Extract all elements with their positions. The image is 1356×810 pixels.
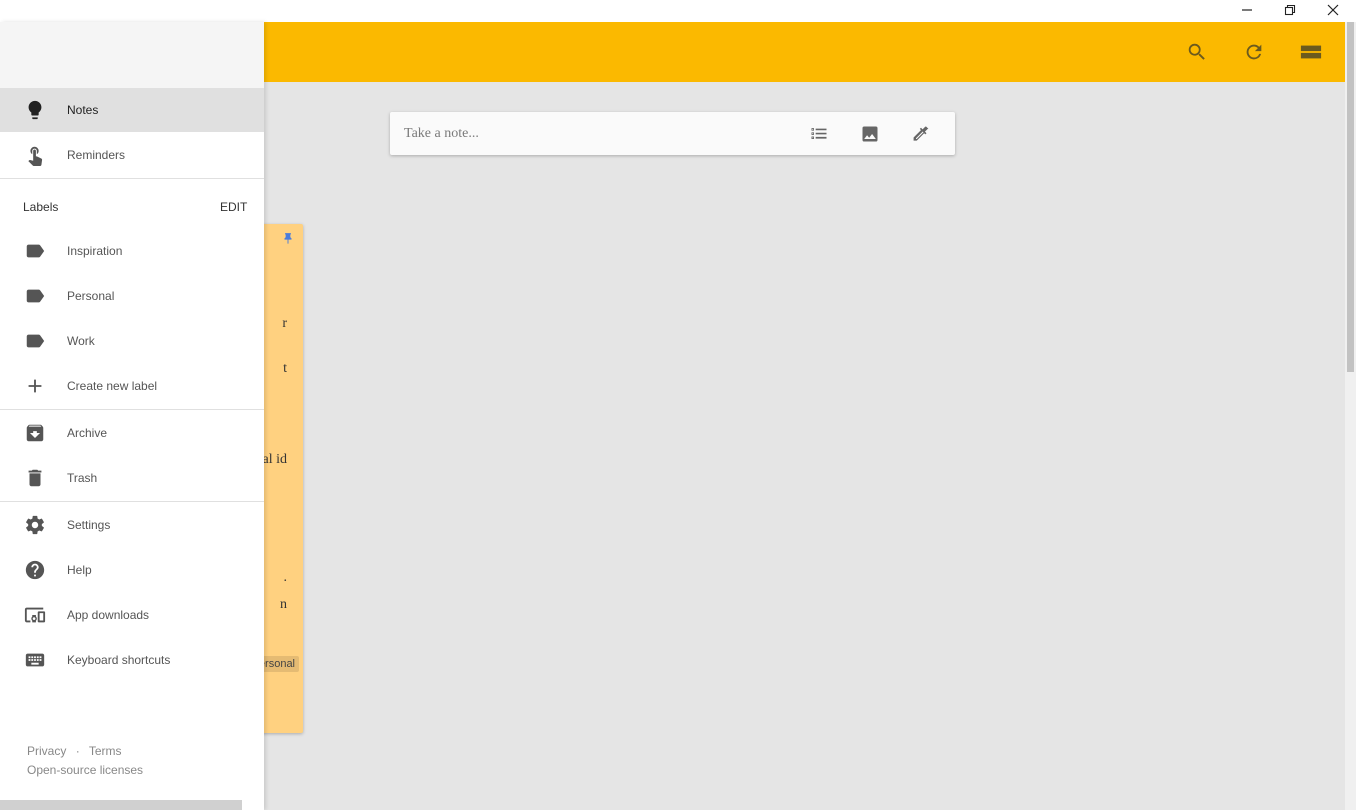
note-card[interactable]: r t al id . n ersonal xyxy=(264,224,303,733)
take-note-input[interactable] xyxy=(390,112,790,155)
scrollbar-thumb[interactable] xyxy=(1347,22,1354,372)
terms-link[interactable]: Terms xyxy=(89,744,122,758)
navigation-drawer: Notes Reminders Labels EDIT Inspiration … xyxy=(0,22,264,810)
new-list-button[interactable] xyxy=(807,122,831,146)
labels-heading: Labels xyxy=(23,200,59,214)
refresh-icon xyxy=(1246,44,1262,60)
nav-item-keyboard-shortcuts[interactable]: Keyboard shortcuts xyxy=(0,638,264,682)
minimize-icon xyxy=(1242,9,1252,11)
close-icon xyxy=(1327,4,1339,16)
footer-links: Privacy · Terms xyxy=(27,744,121,758)
nav-item-archive[interactable]: Archive xyxy=(0,411,264,455)
nav-item-label-inspiration[interactable]: Inspiration xyxy=(0,229,264,273)
note-text-fragment: . xyxy=(283,570,288,585)
label-icon xyxy=(24,285,46,307)
drawer-divider xyxy=(0,409,264,410)
plus-icon xyxy=(24,375,46,397)
help-icon xyxy=(24,559,46,581)
nav-label: Notes xyxy=(67,103,99,117)
nav-item-label-personal[interactable]: Personal xyxy=(0,274,264,318)
refresh-button[interactable] xyxy=(1240,38,1268,66)
restore-icon xyxy=(1284,4,1296,16)
nav-item-app-downloads[interactable]: App downloads xyxy=(0,593,264,637)
nav-item-settings[interactable]: Settings xyxy=(0,503,264,547)
drawer-horizontal-scrollbar[interactable] xyxy=(0,800,242,810)
drawer-header xyxy=(0,22,264,88)
drawer-divider xyxy=(0,178,264,179)
nav-item-help[interactable]: Help xyxy=(0,548,264,592)
image-icon xyxy=(862,126,878,142)
label-icon xyxy=(24,330,46,352)
note-text-fragment: t xyxy=(283,361,287,376)
edit-labels-button[interactable]: EDIT xyxy=(220,200,247,214)
note-label-chip[interactable]: ersonal xyxy=(264,656,299,672)
notes-main-area: r t al id . n ersonal xyxy=(264,82,1345,810)
search-button[interactable] xyxy=(1183,38,1211,66)
main-scrollbar[interactable] xyxy=(1345,22,1356,810)
nav-label: Reminders xyxy=(67,148,126,162)
trash-icon xyxy=(24,467,46,489)
nav-label: Work xyxy=(67,334,95,348)
window-titlebar xyxy=(0,0,1356,22)
take-note-bar xyxy=(390,112,955,155)
app-header xyxy=(264,22,1345,82)
drawing-icon xyxy=(913,126,929,141)
search-icon xyxy=(1188,43,1205,60)
label-icon xyxy=(24,240,46,262)
keep-app-window: r t al id . n ersonal Notes Reminders La… xyxy=(0,0,1356,810)
nav-item-notes[interactable]: Notes xyxy=(0,88,264,132)
new-drawing-button[interactable] xyxy=(909,122,933,146)
nav-label: App downloads xyxy=(67,608,150,622)
restore-button[interactable] xyxy=(1268,0,1312,20)
nav-label: Inspiration xyxy=(67,244,123,258)
note-text-fragment: r xyxy=(282,316,287,331)
open-source-licenses-link[interactable]: Open-source licenses xyxy=(27,763,143,777)
pin-icon[interactable] xyxy=(281,232,297,248)
nav-item-label-work[interactable]: Work xyxy=(0,319,264,363)
archive-icon xyxy=(24,422,46,444)
nav-label: Personal xyxy=(67,289,115,303)
list-view-icon xyxy=(1300,45,1322,59)
nav-label: Trash xyxy=(67,471,98,485)
new-image-note-button[interactable] xyxy=(858,122,882,146)
nav-item-trash[interactable]: Trash xyxy=(0,456,264,500)
note-text-fragment: n xyxy=(280,597,287,612)
keyboard-icon xyxy=(24,649,46,671)
drawer-divider xyxy=(0,501,264,502)
nav-label: Create new label xyxy=(67,379,158,393)
create-new-label-button[interactable]: Create new label xyxy=(0,364,264,408)
list-view-toggle[interactable] xyxy=(1297,38,1325,66)
minimize-button[interactable] xyxy=(1225,0,1269,20)
footer-separator: · xyxy=(75,744,80,758)
reminder-hand-icon xyxy=(24,144,46,166)
note-text-fragment: al id xyxy=(264,452,287,467)
nav-label: Keyboard shortcuts xyxy=(67,653,171,667)
privacy-link[interactable]: Privacy xyxy=(27,744,66,758)
nav-item-reminders[interactable]: Reminders xyxy=(0,133,264,177)
checklist-icon xyxy=(811,128,827,139)
nav-label: Settings xyxy=(67,518,111,532)
lightbulb-icon xyxy=(24,99,46,121)
nav-label: Archive xyxy=(67,426,108,440)
nav-label: Help xyxy=(67,563,92,577)
devices-icon xyxy=(24,604,46,626)
close-button[interactable] xyxy=(1311,0,1355,20)
gear-icon xyxy=(24,514,46,536)
